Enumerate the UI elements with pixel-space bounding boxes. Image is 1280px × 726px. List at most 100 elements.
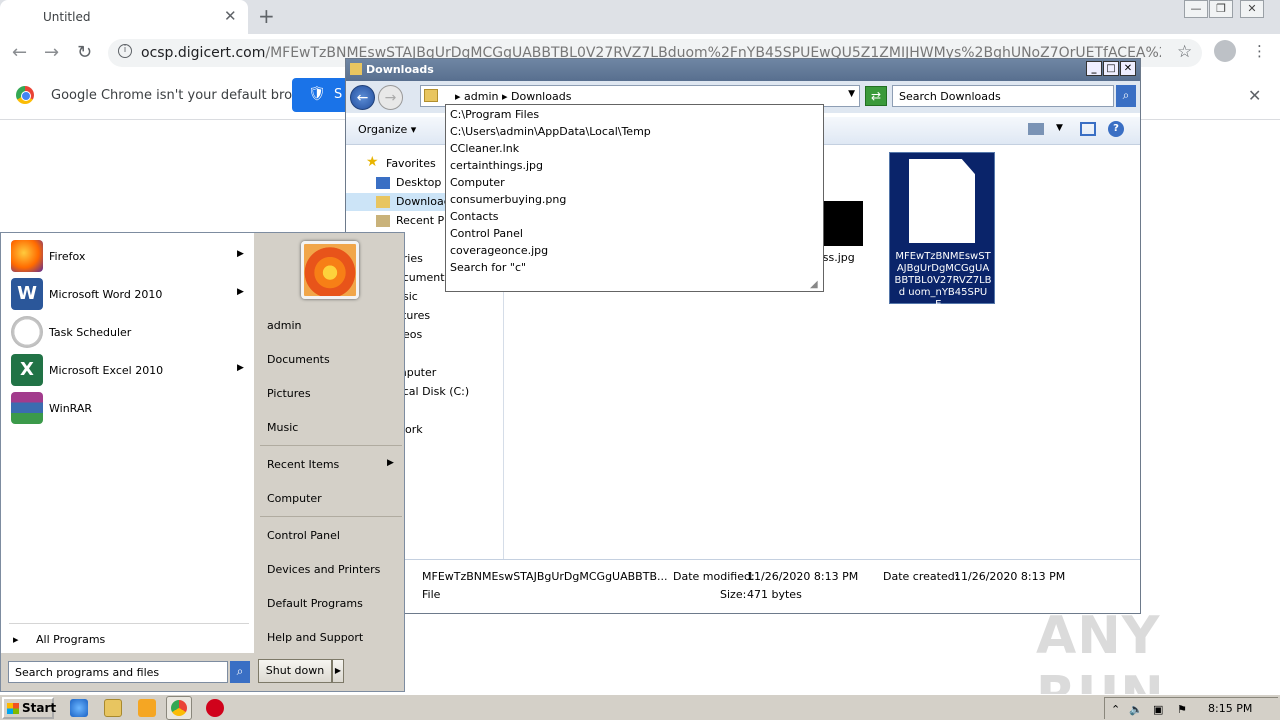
search-icon[interactable]: ⌕ (1116, 85, 1136, 107)
show-hidden-icons-icon[interactable]: ⌃ (1111, 703, 1120, 716)
explorer-titlebar[interactable]: Downloads _ □ ✕ (346, 59, 1140, 81)
tab-close-icon[interactable]: ✕ (224, 7, 237, 25)
chrome-taskbar-button[interactable] (166, 696, 192, 720)
file-thumbnail[interactable] (823, 201, 863, 246)
winrar-icon (11, 392, 43, 424)
start-search-input[interactable]: Search programs and files (8, 661, 228, 683)
all-programs-label: All Programs (36, 633, 106, 646)
start-item-computer[interactable]: Computer (263, 488, 399, 510)
windows-logo-icon (7, 703, 19, 714)
autocomplete-item[interactable]: Search for "c" (450, 261, 526, 274)
shutdown-button[interactable]: Shut down (258, 659, 332, 683)
back-button[interactable]: ← (350, 85, 375, 110)
submenu-arrow-icon: ▶ (237, 363, 244, 373)
all-programs-button[interactable]: ▸ All Programs (13, 633, 105, 646)
breadcrumb-admin[interactable]: admin (464, 90, 498, 103)
autocomplete-item[interactable]: C:\Users\admin\AppData\Local\Temp (450, 125, 651, 138)
folder-icon (424, 89, 438, 102)
recent-items-label: Recent Items (267, 458, 340, 471)
minimize-icon[interactable]: _ (1086, 61, 1102, 76)
preview-pane-icon[interactable] (1080, 122, 1096, 136)
infobar-message: Google Chrome isn't your default browser (51, 88, 323, 103)
size-value: 471 bytes (747, 588, 802, 601)
autocomplete-item[interactable]: consumerbuying.png (450, 193, 566, 206)
program-label: Firefox (49, 250, 86, 263)
bookmark-star-icon[interactable]: ☆ (1177, 42, 1192, 62)
chevron-down-icon[interactable]: ▼ (848, 89, 855, 99)
autocomplete-item[interactable]: Control Panel (450, 227, 523, 240)
recent-icon (376, 215, 390, 227)
start-item-recent-items[interactable]: Recent Items ▶ (263, 454, 399, 476)
set-default-label: S (334, 87, 343, 102)
forward-arrow-icon[interactable]: → (44, 42, 59, 63)
file-type: File (422, 588, 441, 601)
autocomplete-item[interactable]: coverageonce.jpg (450, 244, 548, 257)
explorer-icon[interactable] (104, 699, 122, 717)
nav-label: Favorites (386, 157, 436, 170)
start-item-default-programs[interactable]: Default Programs (263, 593, 399, 615)
program-excel[interactable]: X Microsoft Excel 2010 ▶ (9, 353, 249, 387)
forward-button[interactable]: → (378, 85, 403, 110)
start-item-control-panel[interactable]: Control Panel (263, 525, 399, 547)
selected-file-name: MFEwTzBNMEswST AJBgUrDgMCGgUA BBTBL0V27R… (894, 251, 992, 310)
program-word[interactable]: W Microsoft Word 2010 ▶ (9, 277, 249, 311)
minimize-icon[interactable]: — (1184, 0, 1208, 18)
downloads-folder-icon (376, 196, 390, 208)
maximize-icon[interactable]: □ (1103, 61, 1119, 76)
new-tab-button[interactable]: + (258, 4, 275, 28)
reload-icon[interactable]: ↻ (77, 42, 92, 63)
user-avatar[interactable] (301, 241, 359, 299)
close-icon[interactable]: ✕ (1120, 61, 1136, 76)
site-info-icon[interactable]: i (118, 44, 132, 58)
address-autocomplete-dropdown: C:\Program Files C:\Users\admin\AppData\… (445, 104, 824, 292)
network-icon[interactable]: ▣ (1153, 703, 1163, 716)
shutdown-options-icon[interactable]: ▶ (332, 659, 344, 683)
resize-grip-icon[interactable]: ◢ (810, 279, 818, 290)
ie-icon[interactable] (70, 699, 88, 717)
view-icon[interactable] (1028, 123, 1044, 135)
date-created-value: 11/26/2020 8:13 PM (954, 570, 1066, 583)
help-icon[interactable]: ? (1108, 121, 1124, 137)
program-winrar[interactable]: WinRAR (9, 391, 249, 425)
search-input[interactable]: Search Downloads (892, 85, 1114, 107)
start-menu: Firefox ▶ W Microsoft Word 2010 ▶ Task S… (0, 232, 405, 692)
program-firefox[interactable]: Firefox ▶ (9, 239, 249, 273)
autocomplete-item[interactable]: certainthings.jpg (450, 159, 543, 172)
program-task-scheduler[interactable]: Task Scheduler (9, 315, 249, 349)
tab-untitled[interactable]: Untitled ✕ (0, 0, 248, 34)
start-item-music[interactable]: Music (263, 417, 399, 439)
url-host: ocsp.digicert.com (141, 45, 266, 61)
close-window-icon[interactable]: ✕ (1240, 0, 1264, 18)
action-center-flag-icon[interactable]: ⚑ (1177, 703, 1187, 716)
organize-button[interactable]: Organize ▾ (358, 123, 416, 136)
autocomplete-item[interactable]: CCleaner.lnk (450, 142, 519, 155)
start-item-pictures[interactable]: Pictures (263, 383, 399, 405)
nav-label: Desktop (396, 176, 442, 189)
profile-avatar[interactable] (1214, 40, 1236, 62)
stop-icon[interactable] (206, 699, 224, 717)
start-item-admin[interactable]: admin (263, 315, 399, 337)
autocomplete-item[interactable]: Contacts (450, 210, 499, 223)
selected-file-item[interactable]: MFEwTzBNMEswST AJBgUrDgMCGgUA BBTBL0V27R… (889, 152, 995, 310)
start-button[interactable]: Start (2, 697, 56, 719)
chrome-menu-icon[interactable]: ⋮ (1252, 42, 1267, 60)
taskbar-clock[interactable]: 8:15 PM (1208, 702, 1252, 715)
start-item-documents[interactable]: Documents (263, 349, 399, 371)
chevron-down-icon[interactable]: ▼ (1056, 123, 1063, 133)
autocomplete-item[interactable]: C:\Program Files (450, 108, 539, 121)
program-label: Microsoft Word 2010 (49, 288, 163, 301)
desktop-icon (376, 177, 390, 189)
chrome-tab-bar: Untitled ✕ + — ❐ ✕ (0, 0, 1280, 34)
breadcrumb-downloads[interactable]: Downloads (511, 90, 571, 103)
program-label: Task Scheduler (49, 326, 132, 339)
infobar-close-icon[interactable]: ✕ (1248, 86, 1261, 105)
autocomplete-item[interactable]: Computer (450, 176, 505, 189)
start-item-devices[interactable]: Devices and Printers (263, 559, 399, 581)
search-icon[interactable]: ⌕ (230, 661, 250, 683)
media-player-icon[interactable] (138, 699, 156, 717)
refresh-icon[interactable]: ⇄ (865, 86, 887, 106)
restore-icon[interactable]: ❐ (1209, 0, 1233, 18)
back-arrow-icon[interactable]: ← (12, 42, 27, 63)
volume-icon[interactable]: 🔈 (1129, 703, 1143, 716)
start-item-help[interactable]: Help and Support (263, 627, 399, 649)
